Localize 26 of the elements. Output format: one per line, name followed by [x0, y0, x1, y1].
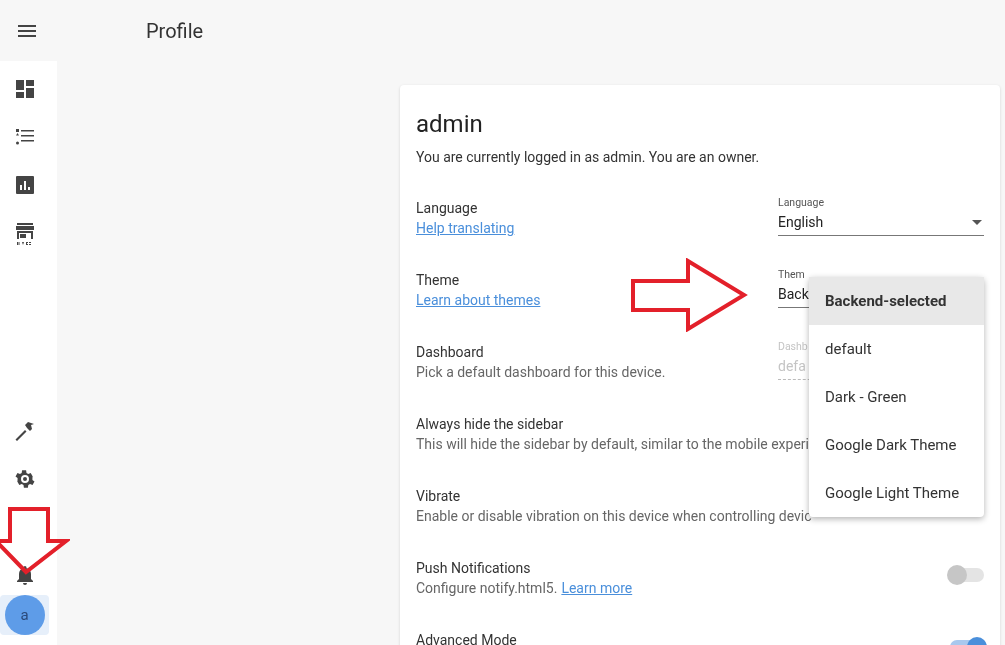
menu-item[interactable]: Backend-selected: [809, 277, 984, 325]
page-title: Profile: [146, 17, 204, 45]
field-label: Language: [778, 196, 825, 210]
setting-title: Push Notifications: [416, 559, 531, 578]
setting-description: Configure notify.html5.: [416, 579, 558, 598]
setting-title: Always hide the sidebar: [416, 415, 564, 434]
menu-item[interactable]: Google Dark Theme: [809, 421, 984, 469]
setting-description: Pick a default dashboard for this device.: [416, 363, 666, 382]
setting-title: Theme: [416, 271, 460, 290]
setting-title: Language: [416, 199, 478, 218]
setting-description: Enable or disable vibration on this device when controlling devic: [416, 507, 812, 526]
setting-description: This will hide the sidebar by default, similar to the mobile experi: [416, 435, 809, 454]
card-title: admin: [416, 109, 483, 139]
card-subtitle: You are currently logged in as admin. You are an owner.: [416, 148, 760, 167]
setting-title: Dashboard: [416, 343, 484, 362]
menu-item[interactable]: Dark - Green: [809, 373, 984, 421]
help-link[interactable]: Help translating: [416, 218, 515, 238]
field-label: Dashb: [778, 340, 808, 354]
toggle-switch[interactable]: [950, 568, 984, 582]
menu-item[interactable]: Google Light Theme: [809, 469, 984, 517]
annotation-arrow: [0, 506, 70, 576]
setting-title: Advanced Mode: [416, 631, 517, 645]
select-field[interactable]: English: [778, 210, 984, 236]
menu-item[interactable]: default: [809, 325, 984, 373]
field-label: Them: [778, 268, 805, 282]
setting-title: Vibrate: [416, 487, 461, 506]
